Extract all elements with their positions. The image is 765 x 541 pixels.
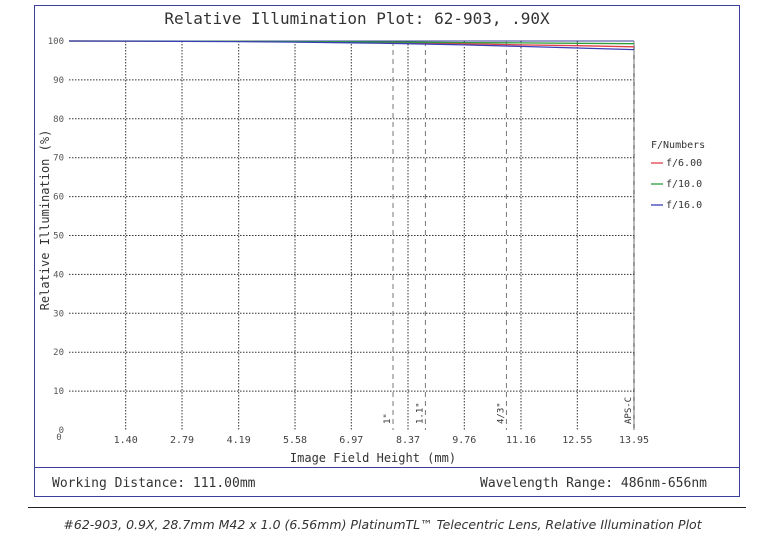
sensor-marker-label: APS-C	[624, 397, 634, 424]
legend: F/Numbers f/6.00 f/10.0 f/16.0	[651, 140, 705, 211]
x-tick-label: 1.40	[114, 435, 138, 446]
y-tick-label: 90	[53, 76, 64, 86]
working-distance-label: Working Distance: 111.00mm	[52, 476, 256, 491]
chart-title: Relative Illumination Plot: 62-903, .90X	[164, 9, 550, 28]
y-tick-label: 20	[53, 348, 64, 358]
grid	[69, 40, 635, 430]
y-tick-label: 10	[53, 387, 64, 397]
legend-entry: f/10.0	[666, 179, 702, 190]
sensor-marker-label: 1.1"	[415, 402, 425, 424]
sensor-marker-label: 4/3"	[496, 402, 506, 424]
x-tick-label: 8.37	[396, 435, 420, 446]
legend-title: F/Numbers	[651, 140, 705, 151]
legend-entry: f/16.0	[666, 200, 702, 211]
figure-caption: #62-903, 0.9X, 28.7mm M42 x 1.0 (6.56mm)…	[63, 517, 702, 532]
y-tick-label: 50	[53, 232, 64, 242]
legend-entry: f/6.00	[666, 158, 702, 169]
x-axis-label: Image Field Height (mm)	[290, 451, 456, 465]
x-tick-label: 2.79	[170, 435, 194, 446]
x-tick-label: 9.76	[452, 435, 476, 446]
x-tick-label: 12.55	[562, 435, 592, 446]
sensor-marker-label: 1"	[383, 413, 393, 424]
y-tick-label: 70	[53, 154, 64, 164]
y-tick-label: 80	[53, 115, 64, 125]
y-tick-label: 100	[48, 37, 64, 47]
y-axis-label: Relative Illumination (%)	[38, 130, 52, 311]
x-tick-label: 11.16	[506, 435, 536, 446]
x-tick-label: 5.58	[283, 435, 307, 446]
y-tick-label: 60	[53, 193, 64, 203]
y-tick-label: 30	[53, 309, 64, 319]
x-origin-label: 0	[56, 433, 61, 443]
x-tick-label: 13.95	[619, 435, 649, 446]
relative-illumination-chart: Relative Illumination Plot: 62-903, .90X…	[38, 9, 705, 465]
footer-divider	[34, 467, 740, 468]
x-tick-label: 6.97	[339, 435, 363, 446]
x-tick-label: 4.19	[227, 435, 251, 446]
y-tick-label: 40	[53, 270, 64, 280]
tick-labels: 0 10 20 30 40 50 60 70 80 90 100 1.40 2.79 4.19 5.58 6.…	[48, 37, 649, 446]
wavelength-range-label: Wavelength Range: 486nm-656nm	[480, 476, 707, 491]
caption-divider	[28, 507, 746, 508]
